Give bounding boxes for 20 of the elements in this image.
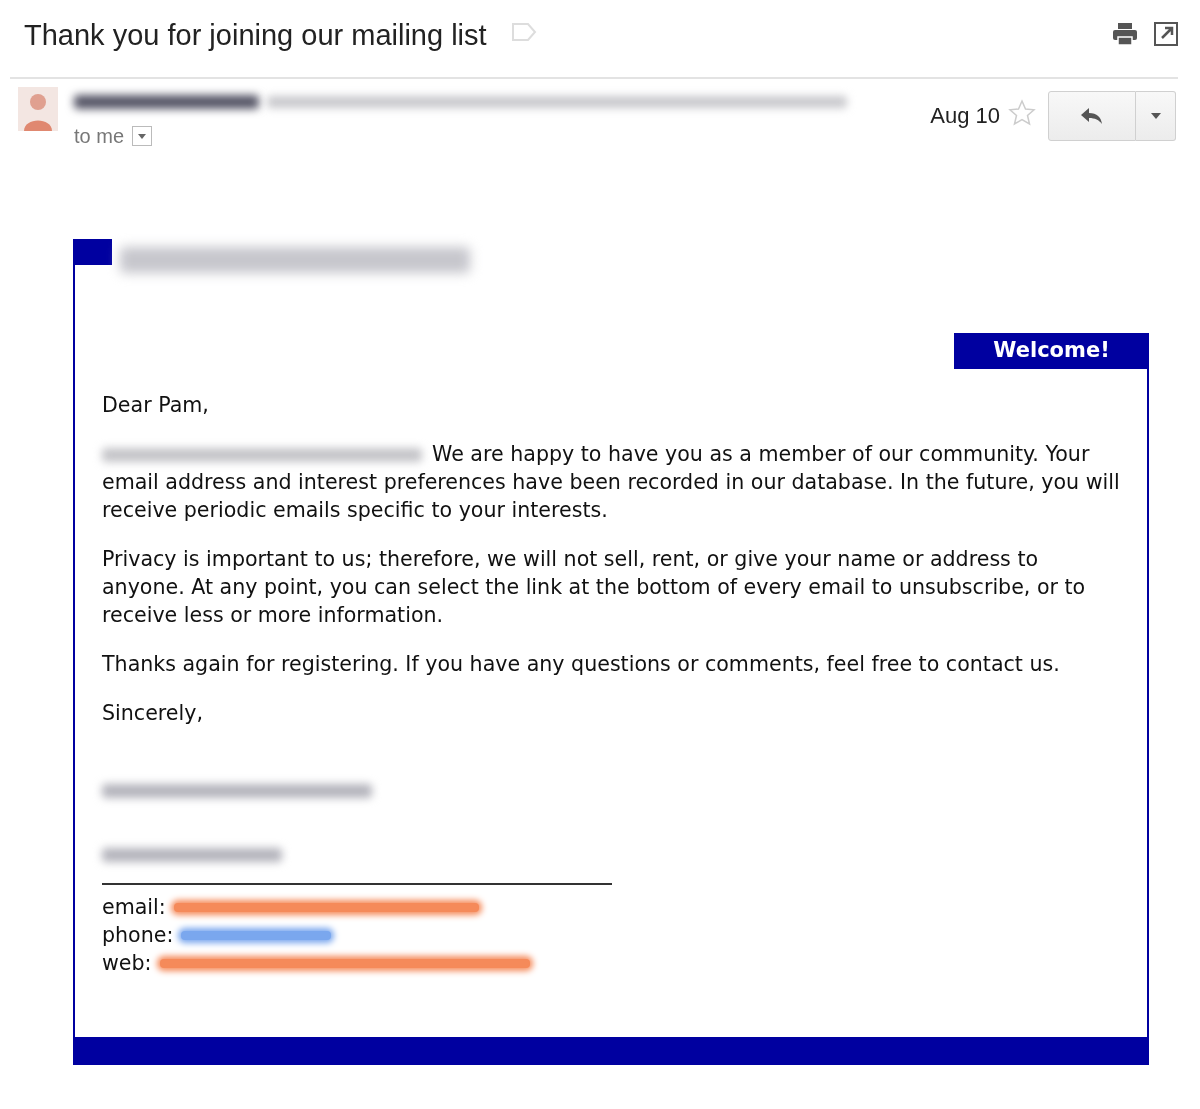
star-icon[interactable]	[1008, 99, 1036, 127]
paragraph-text: Privacy is important to us; therefore, we will not sell, rent, or give your name or address to anyone. At any point, you can select the link at the bottom of every email to unsubscribe, or to receive less or more information.	[102, 546, 1087, 629]
print-icon[interactable]	[1112, 22, 1138, 46]
reply-button[interactable]	[1048, 91, 1136, 141]
contact-label: web:	[102, 950, 152, 977]
recipient-text: to me	[74, 124, 125, 149]
avatar	[18, 87, 58, 131]
details-dropdown-icon[interactable]	[132, 126, 153, 146]
paragraph-text: We are happy to have you as a member of our community. Your email address and interest preferences have been recorded in our database. In the future, you will receive periodic emails specific to your interests.	[102, 441, 1121, 524]
greeting-text: Dear Pam,	[102, 392, 210, 419]
contact-label: email:	[102, 894, 166, 921]
reply-icon	[1079, 106, 1105, 126]
contact-label: phone:	[102, 922, 174, 949]
welcome-banner: Welcome!	[954, 333, 1149, 369]
new-window-icon[interactable]	[1154, 22, 1178, 46]
caret-icon	[1149, 112, 1162, 120]
paragraph-text: Thanks again for registering. If you have any questions or comments, feel free to contact us.	[102, 651, 1061, 678]
closing-text: Sincerely,	[102, 700, 204, 727]
email-subject: Thank you for joining our mailing list	[24, 18, 487, 53]
date-text: Aug 10	[930, 102, 1000, 130]
